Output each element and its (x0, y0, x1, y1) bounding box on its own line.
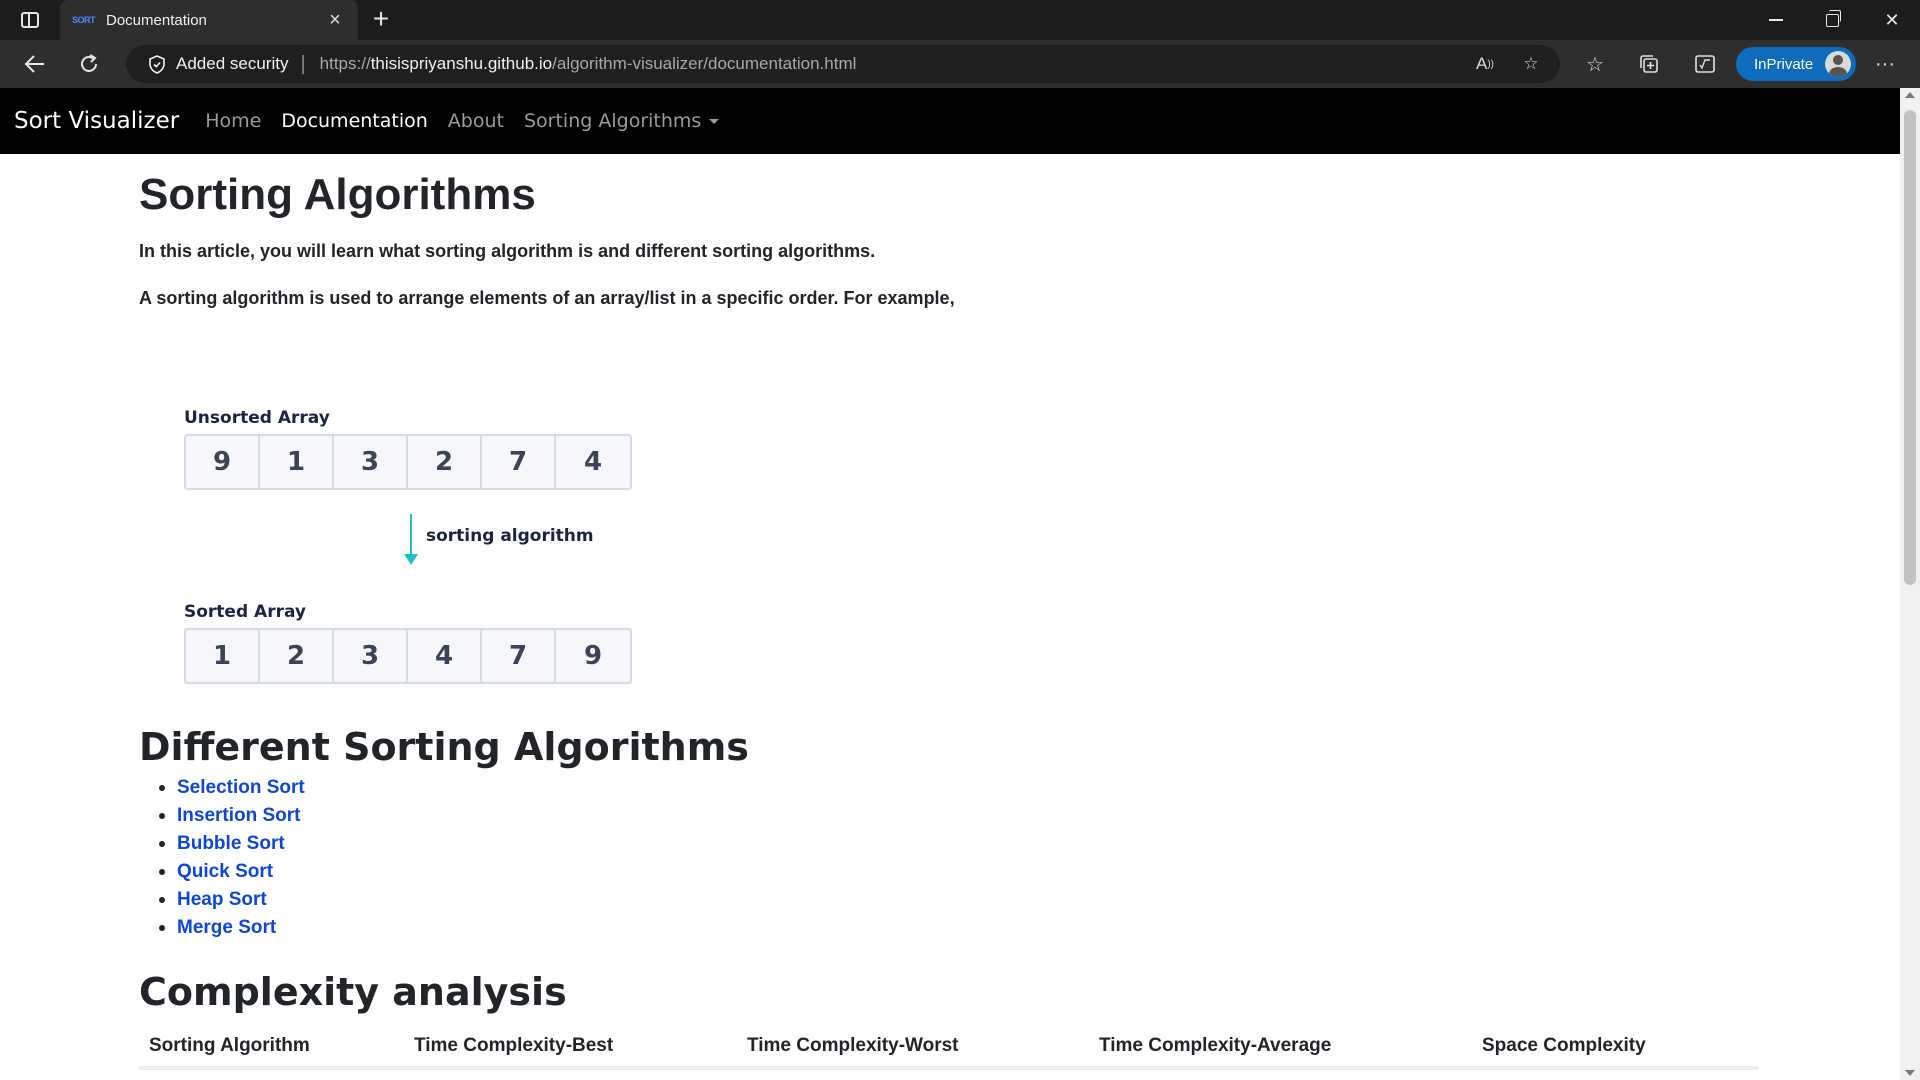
inprivate-button[interactable]: InPrivate (1736, 47, 1856, 81)
url-scheme: https:// (319, 54, 371, 73)
list-item: Merge Sort (159, 914, 305, 942)
back-arrow-icon (24, 55, 44, 73)
collections-icon[interactable] (1634, 50, 1664, 78)
browser-tab-bar: SORT Documentation × + ✕ (0, 0, 1920, 40)
nav-link-about[interactable]: About (448, 110, 504, 132)
nav-link-home[interactable]: Home (205, 110, 261, 132)
array-cell: 3 (334, 630, 408, 682)
more-options-icon[interactable]: ··· (1870, 50, 1900, 78)
sorted-array-caption: Sorted Array (184, 602, 307, 622)
link-selection-sort[interactable]: Selection Sort (177, 777, 305, 799)
nav-dropdown-sorting-algorithms[interactable]: Sorting Algorithms (523, 110, 720, 132)
list-item: Insertion Sort (159, 802, 305, 830)
site-navbar: Sort Visualizer Home Documentation About… (0, 88, 1900, 154)
page-title: Sorting Algorithms (139, 170, 536, 219)
nav-dropdown-label: Sorting Algorithms (523, 110, 702, 132)
bullet-icon (159, 841, 165, 847)
array-cell: 2 (408, 436, 482, 488)
page-scrollbar[interactable] (1900, 88, 1920, 1080)
reload-icon (81, 54, 97, 72)
favorites-icon[interactable]: ☆ (1580, 50, 1610, 78)
scrollbar-thumb[interactable] (1904, 110, 1916, 585)
bullet-icon (159, 925, 165, 931)
table-header-row: Sorting Algorithm Time Complexity-Best T… (139, 1026, 1759, 1070)
down-arrow-icon (404, 514, 418, 566)
array-cell: 9 (583, 641, 603, 671)
reload-button[interactable] (72, 48, 106, 80)
browser-toolbar: Added security | https://thisispriyanshu… (0, 40, 1920, 88)
unsorted-array: 9 1 3 2 7 4 (184, 434, 632, 490)
algorithm-list: Selection Sort Insertion Sort Bubble Sor… (159, 774, 305, 942)
address-separator: | (300, 52, 306, 75)
back-button[interactable] (18, 48, 52, 80)
array-cell: 9 (186, 436, 260, 488)
favicon-icon: SORT (72, 15, 96, 25)
array-cell: 4 (408, 630, 482, 682)
close-window-button[interactable]: ✕ (1864, 0, 1920, 40)
algorithms-heading: Different Sorting Algorithms (139, 725, 749, 769)
array-cell: 4 (583, 447, 603, 477)
intro-paragraph: In this article, you will learn what sor… (139, 241, 876, 261)
complexity-heading: Complexity analysis (139, 970, 567, 1014)
close-tab-icon[interactable]: × (324, 10, 346, 30)
array-cell: 1 (186, 630, 260, 682)
bullet-icon (159, 785, 165, 791)
shield-icon[interactable] (148, 54, 166, 74)
list-item: Selection Sort (159, 774, 305, 802)
bullet-icon (159, 897, 165, 903)
tab-actions-icon[interactable] (14, 8, 46, 32)
restore-button[interactable] (1804, 0, 1860, 40)
array-cell: 1 (260, 436, 334, 488)
url-path: /algorithm-visualizer/documentation.html (552, 54, 857, 73)
avatar (1825, 51, 1851, 77)
address-bar[interactable]: Added security | https://thisispriyanshu… (126, 45, 1560, 83)
array-cell: 7 (482, 436, 556, 488)
caret-down-icon (709, 119, 720, 124)
url-host: thisispriyanshu.github.io (370, 54, 553, 73)
browser-tab[interactable]: SORT Documentation × (60, 0, 358, 40)
column-header: Time Complexity-Best (414, 1035, 614, 1056)
nav-link-documentation[interactable]: Documentation (281, 110, 427, 132)
list-item: Quick Sort (159, 858, 305, 886)
scroll-up-icon[interactable] (1905, 92, 1915, 98)
sorting-example-figure: Unsorted Array 9 1 3 2 7 4 sorting algor… (139, 354, 659, 694)
site-brand[interactable]: Sort Visualizer (14, 108, 179, 134)
read-aloud-icon[interactable]: A)) (1472, 52, 1498, 76)
link-quick-sort[interactable]: Quick Sort (177, 861, 273, 883)
new-tab-button[interactable]: + (366, 5, 396, 34)
complexity-table: Sorting Algorithm Time Complexity-Best T… (139, 1026, 1759, 1070)
link-bubble-sort[interactable]: Bubble Sort (177, 833, 285, 855)
minimize-button[interactable] (1748, 0, 1804, 40)
bullet-icon (159, 813, 165, 819)
array-cell: 2 (260, 630, 334, 682)
list-item: Bubble Sort (159, 830, 305, 858)
link-insertion-sort[interactable]: Insertion Sort (177, 805, 301, 827)
tab-title: Documentation (106, 11, 207, 29)
scroll-down-icon[interactable] (1905, 1070, 1915, 1076)
add-favorite-icon[interactable]: ☆ (1518, 52, 1544, 76)
url-text[interactable]: https://thisispriyanshu.github.io/algori… (320, 54, 857, 74)
array-cell: 3 (334, 436, 408, 488)
column-header: Sorting Algorithm (149, 1035, 310, 1056)
page-viewport: Sort Visualizer Home Documentation About… (0, 88, 1900, 1080)
list-item: Heap Sort (159, 886, 305, 914)
math-solver-icon[interactable] (1690, 50, 1720, 78)
inprivate-label: InPrivate (1754, 55, 1814, 73)
definition-paragraph: A sorting algorithm is used to arrange e… (139, 288, 955, 308)
array-cell: 7 (482, 630, 556, 682)
unsorted-array-caption: Unsorted Array (184, 408, 330, 428)
column-header: Space Complexity (1482, 1035, 1646, 1056)
column-header: Time Complexity-Worst (747, 1035, 959, 1056)
link-heap-sort[interactable]: Heap Sort (177, 889, 267, 911)
sorting-arrow-label: sorting algorithm (426, 526, 594, 546)
sorted-array: 1 2 3 4 7 9 (184, 628, 632, 684)
security-label[interactable]: Added security (176, 54, 288, 74)
link-merge-sort[interactable]: Merge Sort (177, 917, 276, 939)
bullet-icon (159, 869, 165, 875)
column-header: Time Complexity-Average (1099, 1035, 1332, 1056)
